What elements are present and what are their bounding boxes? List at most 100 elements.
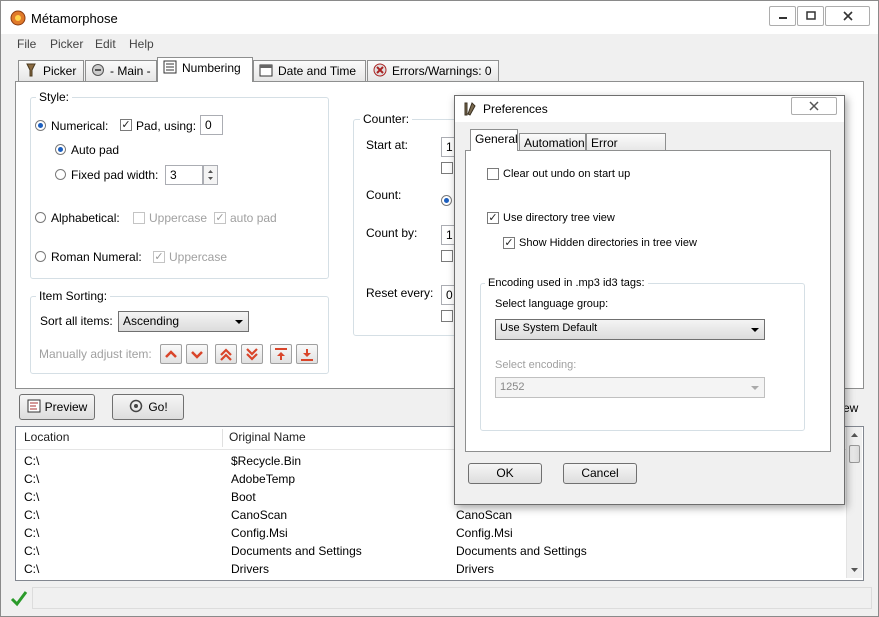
move-down-button[interactable] [186, 344, 208, 364]
go-button[interactable]: Go! [112, 394, 184, 420]
list-cell-new: Config.Msi [456, 526, 513, 540]
item-sorting-label: Item Sorting: [36, 289, 111, 303]
roman-label: Roman Numeral: [51, 250, 142, 264]
list-cell-location: C:\ [24, 490, 40, 504]
fixed-pad-radio[interactable] [55, 169, 66, 180]
pad-using-label: Pad, using: [136, 119, 197, 133]
ok-button[interactable]: OK [468, 463, 542, 484]
count-by-checkbox[interactable] [441, 250, 453, 262]
column-header-location[interactable]: Location [24, 430, 69, 444]
roman-uppercase-checkbox[interactable]: ✓ [153, 251, 165, 263]
count-by-label: Count by: [366, 226, 418, 240]
sort-order-select[interactable]: Ascending [118, 311, 249, 332]
scroll-thumb[interactable] [849, 445, 860, 463]
close-button[interactable] [825, 6, 870, 26]
menu-edit[interactable]: Edit [95, 37, 116, 51]
alphabetical-radio[interactable] [35, 212, 46, 223]
alphabetical-label: Alphabetical: [51, 211, 120, 225]
menu-picker[interactable]: Picker [50, 37, 83, 51]
pad-using-input[interactable]: 0 [200, 115, 223, 135]
numerical-label: Numerical: [51, 119, 109, 133]
fixed-pad-input[interactable]: 3 [165, 165, 203, 185]
tab-main-label: - Main - [110, 64, 151, 78]
picker-icon [26, 63, 36, 77]
menu-file[interactable]: File [17, 37, 36, 51]
double-arrow-down-icon [246, 348, 258, 361]
app-logo-icon [10, 10, 26, 26]
select-encoding-label: Select encoding: [495, 359, 577, 371]
tab-errors-warnings[interactable]: Errors/Warnings: 0 [367, 60, 499, 81]
close-icon [809, 101, 819, 111]
numbering-icon [163, 60, 177, 74]
roman-radio[interactable] [35, 251, 46, 262]
counter-label: Counter: [360, 112, 413, 126]
list-cell-location: C:\ [24, 508, 40, 522]
count-radio[interactable] [441, 195, 452, 206]
clear-undo-checkbox[interactable] [487, 168, 499, 180]
list-cell-location: C:\ [24, 526, 40, 540]
maximize-button[interactable] [797, 6, 824, 26]
dir-tree-checkbox[interactable]: ✓ [487, 212, 499, 224]
list-cell-original: Config.Msi [231, 526, 288, 540]
alpha-uppercase-checkbox[interactable] [133, 212, 145, 224]
move-bottom-button[interactable] [296, 344, 318, 364]
preview-icon [27, 399, 41, 413]
calendar-icon [259, 64, 273, 77]
move-down-fast-button[interactable] [241, 344, 263, 364]
go-icon [130, 399, 143, 413]
dialog-tab-automation[interactable]: Automation [519, 133, 586, 151]
encoding-select[interactable]: 1252 [495, 377, 765, 398]
dialog-tab-error-checking[interactable]: Error Checking [586, 133, 666, 168]
status-bar [2, 585, 877, 615]
style-group-label: Style: [36, 90, 73, 104]
list-cell-new: CanoScan [456, 508, 513, 522]
count-label: Count: [366, 188, 402, 202]
list-scrollbar[interactable] [846, 427, 862, 578]
arrow-to-top-icon [275, 348, 287, 360]
list-cell-original: CanoScan [231, 508, 288, 522]
list-cell-location: C:\ [24, 454, 40, 468]
alpha-uppercase-label: Uppercase [149, 211, 208, 225]
tab-date-time[interactable]: Date and Time [253, 60, 366, 81]
right-toolbar-label: ew [843, 401, 859, 415]
close-icon [842, 11, 853, 21]
list-cell-original: Documents and Settings [231, 544, 362, 558]
sort-order-value: Ascending [123, 314, 180, 328]
list-cell-original: $Recycle.Bin [231, 454, 302, 468]
cancel-button[interactable]: Cancel [563, 463, 637, 484]
tab-numbering[interactable]: Numbering [157, 57, 253, 82]
fixed-pad-spinner[interactable] [203, 165, 218, 185]
move-top-button[interactable] [270, 344, 292, 364]
start-at-checkbox[interactable] [441, 162, 453, 174]
language-group-select[interactable]: Use System Default [495, 319, 765, 340]
minimize-button[interactable] [769, 6, 796, 26]
chevron-down-icon [751, 328, 759, 332]
tab-main[interactable]: - Main - [85, 60, 157, 81]
auto-pad-radio[interactable] [55, 144, 66, 155]
chevron-down-icon [751, 386, 759, 390]
column-header-original-name[interactable]: Original Name [229, 430, 306, 444]
numerical-radio[interactable] [35, 120, 46, 131]
show-hidden-checkbox[interactable]: ✓ [503, 237, 515, 249]
spinner-arrows-icon [208, 170, 213, 180]
list-cell-location: C:\ [24, 472, 40, 486]
preview-label: Preview [44, 400, 88, 414]
dialog-close-button[interactable] [791, 97, 837, 115]
tab-picker[interactable]: Picker [18, 60, 84, 81]
move-up-fast-button[interactable] [215, 344, 237, 364]
arrow-up-icon [165, 350, 177, 358]
reset-every-checkbox[interactable] [441, 310, 453, 322]
double-arrow-up-icon [220, 348, 232, 361]
reset-every-label: Reset every: [366, 286, 434, 300]
main-window: Métamorphose File Picker Edit Help Picke… [0, 0, 879, 617]
tab-date-time-label: Date and Time [278, 64, 357, 78]
alpha-auto-pad-checkbox[interactable]: ✓ [214, 212, 226, 224]
scroll-up-icon [851, 433, 858, 437]
move-up-button[interactable] [160, 344, 182, 364]
menu-help[interactable]: Help [129, 37, 154, 51]
dialog-tab-general[interactable]: General [470, 129, 518, 151]
error-icon [373, 63, 387, 77]
pad-using-checkbox[interactable]: ✓ [120, 119, 132, 131]
manual-adjust-label: Manually adjust item: [39, 347, 152, 361]
preview-button[interactable]: Preview [19, 394, 95, 420]
